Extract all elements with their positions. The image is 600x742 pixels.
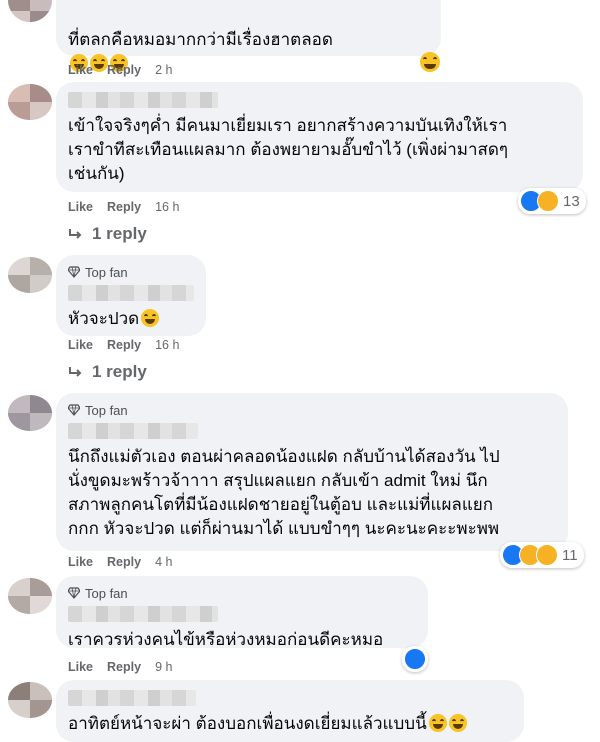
reaction-count: 11	[562, 546, 578, 564]
reply-button[interactable]: Reply	[107, 63, 141, 77]
reply-arrow-icon	[69, 367, 82, 377]
comment-actions: Like Reply 16 h	[68, 338, 179, 352]
comment-bubble: อาทิตย์หน้าจะผ่า ต้องบอกเพื่อนงดเยี่ยมแล…	[56, 680, 524, 742]
commenter-name-blurred[interactable]	[68, 606, 218, 622]
grin-icon	[428, 714, 447, 732]
comment-bubble: ที่ตลกคือหมอมากกว่ามีเรื่องฮาตลอด	[56, 0, 441, 72]
timestamp[interactable]: 2 h	[155, 63, 172, 77]
like-button[interactable]: Like	[68, 660, 93, 674]
grin-icon	[448, 714, 467, 732]
laugh-icon	[141, 309, 160, 327]
comment-text: เข้าใจจริงๆค่ำ มีคนมาเยี่ยมเรา อยากสร้าง…	[68, 116, 509, 183]
timestamp[interactable]: 16 h	[155, 200, 179, 214]
timestamp[interactable]: 16 h	[155, 338, 179, 352]
timestamp[interactable]: 9 h	[155, 660, 172, 674]
reaction-summary[interactable]: 11	[500, 542, 584, 568]
top-fan-label: Top fan	[85, 264, 128, 280]
diamond-icon	[68, 266, 80, 278]
view-replies-link[interactable]: 1 reply	[68, 362, 147, 382]
comment-bubble: Top fan นึกถึงแม่ตัวเอง ตอนผ่าคลอดน้องแฝ…	[56, 393, 568, 551]
like-button[interactable]: Like	[68, 555, 93, 569]
comment-bubble: Top fan เราควรห่วงคนไข้หรือห่วงหมอก่อนดี…	[56, 576, 428, 649]
avatar[interactable]	[8, 578, 52, 614]
timestamp[interactable]: 4 h	[155, 555, 172, 569]
like-icon	[404, 648, 426, 670]
avatar[interactable]	[8, 84, 52, 120]
top-fan-badge: Top fan	[68, 401, 556, 419]
reaction-summary[interactable]	[402, 646, 428, 672]
like-button[interactable]: Like	[68, 200, 93, 214]
commenter-name-blurred[interactable]	[68, 423, 198, 439]
like-button[interactable]: Like	[68, 338, 93, 352]
avatar[interactable]	[8, 0, 52, 22]
haha-icon	[537, 190, 559, 212]
comment-text: เราควรห่วงคนไข้หรือห่วงหมอก่อนดีคะหมอ	[68, 630, 384, 649]
reply-button[interactable]: Reply	[107, 555, 141, 569]
diamond-icon	[68, 404, 80, 416]
view-replies-link[interactable]: 1 reply	[68, 224, 147, 244]
comment-actions: Like Reply 2 h	[68, 63, 172, 77]
reply-arrow-icon	[69, 229, 82, 239]
top-fan-badge: Top fan	[68, 584, 416, 602]
comment-bubble: Top fan หัวจะปวด	[56, 255, 206, 336]
reply-button[interactable]: Reply	[107, 660, 141, 674]
avatar[interactable]	[8, 682, 52, 718]
top-fan-badge: Top fan	[68, 263, 194, 281]
reply-button[interactable]: Reply	[107, 338, 141, 352]
comment-text: นึกถึงแม่ตัวเอง ตอนผ่าคลอดน้องแฝด กลับบ้…	[68, 447, 500, 538]
reaction-count: 13	[563, 192, 580, 210]
laugh-icon	[420, 52, 440, 72]
commenter-name-blurred[interactable]	[68, 92, 218, 108]
reply-button[interactable]: Reply	[107, 200, 141, 214]
reaction-summary[interactable]: 13	[518, 188, 586, 214]
commenter-name-blurred[interactable]	[68, 285, 194, 301]
commenter-name-blurred[interactable]	[68, 690, 196, 706]
replies-count: 1 reply	[92, 224, 147, 243]
replies-count: 1 reply	[92, 362, 147, 381]
avatar[interactable]	[8, 395, 52, 431]
top-fan-label: Top fan	[85, 402, 128, 418]
comment-actions: Like Reply 4 h	[68, 555, 172, 569]
wow-icon	[536, 544, 558, 566]
avatar[interactable]	[8, 257, 52, 293]
comment-text: หัวจะปวด	[68, 307, 194, 331]
like-button[interactable]: Like	[68, 63, 93, 77]
comment-actions: Like Reply 9 h	[68, 660, 172, 674]
comment-actions: Like Reply 16 h	[68, 200, 179, 214]
diamond-icon	[68, 587, 80, 599]
comment-text: อาทิตย์หน้าจะผ่า ต้องบอกเพื่อนงดเยี่ยมแล…	[68, 712, 512, 736]
comment-bubble: เข้าใจจริงๆค่ำ มีคนมาเยี่ยมเรา อยากสร้าง…	[56, 82, 583, 192]
top-fan-label: Top fan	[85, 585, 128, 601]
